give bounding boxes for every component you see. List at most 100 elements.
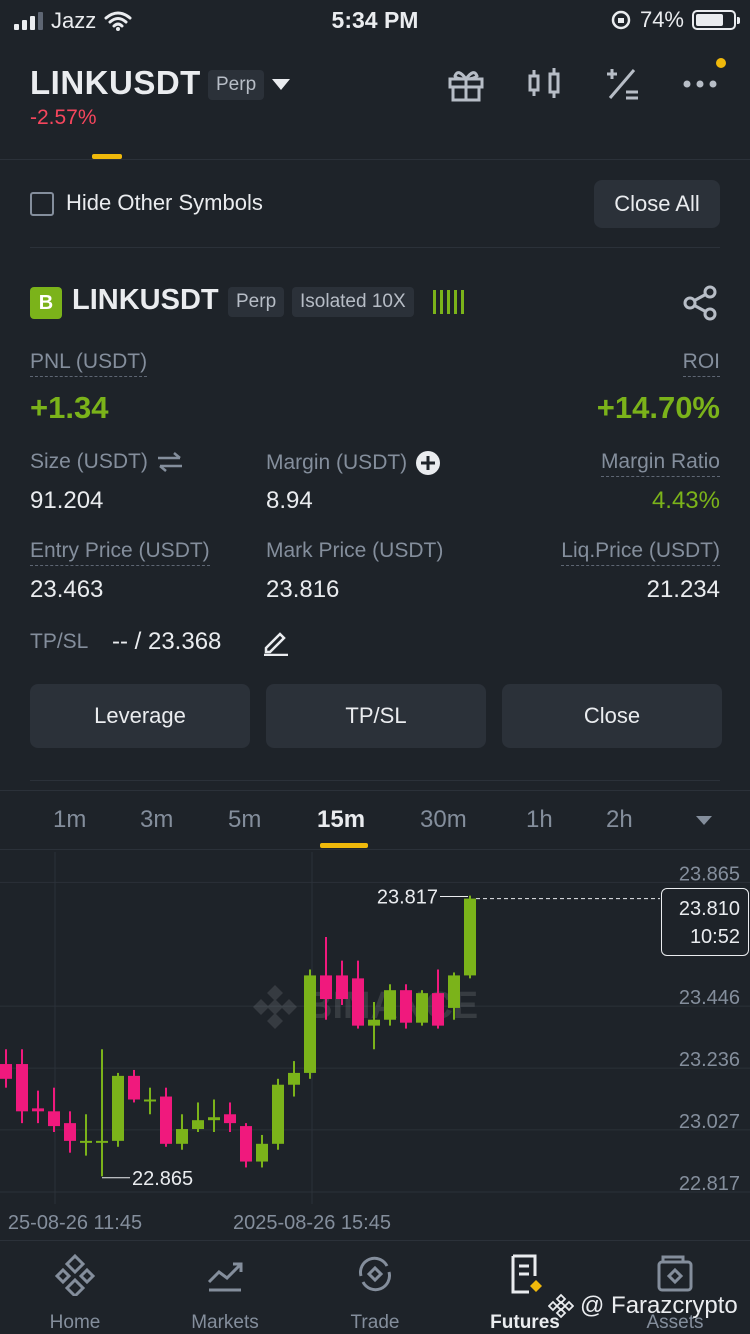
candle-body: [112, 1075, 124, 1141]
tpsl-label: TP/SL: [30, 630, 89, 653]
current-price-box: 23.810 10:52: [661, 888, 749, 956]
share-icon[interactable]: [680, 283, 720, 328]
nav-label: Home: [49, 1312, 101, 1333]
contract-tag: Perp: [208, 70, 265, 100]
tab-3m[interactable]: 3m: [140, 806, 173, 834]
tab-30m[interactable]: 30m: [420, 806, 467, 834]
divider: [0, 1240, 750, 1241]
battery-icon: [692, 10, 740, 30]
mark-price-value: 23.816: [266, 576, 340, 603]
symbol-dropdown-icon[interactable]: [272, 79, 290, 90]
leverage-button[interactable]: Leverage: [30, 684, 250, 748]
candle: [176, 1114, 188, 1150]
add-margin-icon[interactable]: [415, 450, 441, 476]
tab-15m[interactable]: 15m: [317, 806, 365, 834]
nav-trade[interactable]: Trade: [300, 1250, 450, 1334]
tab-5m[interactable]: 5m: [228, 806, 261, 834]
candle: [192, 1102, 204, 1132]
gift-icon[interactable]: [446, 64, 486, 104]
candle-body: [384, 990, 396, 1020]
close-position-button[interactable]: Close: [502, 684, 722, 748]
candle-body: [64, 1123, 76, 1141]
candle-body: [448, 975, 460, 1008]
candle: [336, 960, 348, 1005]
pnl-label[interactable]: PNL (USDT): [30, 350, 148, 377]
hide-other-symbols-label[interactable]: Hide Other Symbols: [66, 190, 263, 216]
candle: [112, 1072, 124, 1147]
margin-value: 8.94: [266, 487, 313, 514]
tab-2h[interactable]: 2h: [606, 806, 633, 834]
candle-body: [192, 1120, 204, 1130]
x-tick-label: 2025-08-26 15:45: [233, 1212, 391, 1234]
candle: [208, 1099, 220, 1132]
divider: [0, 790, 750, 791]
candle: [240, 1123, 252, 1168]
nav-label: Markets: [191, 1312, 259, 1333]
nav-label: Trade: [350, 1312, 400, 1333]
candle: [144, 1087, 156, 1115]
size-label-row: Size (USDT): [30, 450, 184, 474]
status-right: 74%: [610, 7, 740, 33]
candle: [256, 1134, 268, 1168]
candle: [32, 1090, 44, 1124]
candle-body: [48, 1111, 60, 1127]
nav-markets[interactable]: Markets: [150, 1250, 300, 1334]
tab-1h[interactable]: 1h: [526, 806, 553, 834]
status-bar: Jazz 5:34 PM 74%: [0, 0, 750, 40]
candle: [288, 1061, 300, 1097]
margin-ratio-label[interactable]: Margin Ratio: [600, 450, 720, 477]
candle-body: [80, 1140, 92, 1143]
candle: [384, 984, 396, 1026]
margin-label-row: Margin (USDT): [266, 450, 441, 476]
candle-body: [256, 1143, 268, 1162]
candle-body: [0, 1064, 12, 1079]
hide-other-symbols-checkbox[interactable]: [30, 192, 54, 216]
futures-icon: [511, 1254, 542, 1294]
binance-logo-icon: [548, 1293, 574, 1319]
more-icon[interactable]: [680, 58, 726, 104]
candle: [352, 960, 364, 1029]
candle: [128, 1069, 140, 1103]
price-change: -2.57%: [30, 106, 97, 129]
y-tick-label: 22.817: [679, 1173, 740, 1195]
candle-body: [288, 1072, 300, 1085]
adl-indicator-icon[interactable]: [433, 290, 464, 314]
markets-icon: [207, 1262, 243, 1292]
candle-body: [368, 1019, 380, 1026]
candle: [16, 1049, 28, 1124]
binance-badge: B: [30, 287, 62, 319]
candle: [224, 1102, 236, 1132]
binance-logo-icon: [253, 985, 297, 1029]
size-value: 91.204: [30, 487, 104, 514]
candle-body: [208, 1117, 220, 1121]
liq-price-label[interactable]: Liq.Price (USDT): [561, 539, 720, 566]
position-symbol[interactable]: LINKUSDT: [72, 284, 219, 317]
swap-icon[interactable]: [156, 450, 184, 474]
tpsl-button[interactable]: TP/SL: [266, 684, 486, 748]
candle-body: [96, 1140, 108, 1143]
candle: [400, 984, 412, 1029]
margin-ratio-value: 4.43%: [651, 487, 720, 514]
candle: [48, 1087, 60, 1132]
entry-price-label[interactable]: Entry Price (USDT): [30, 539, 210, 566]
candlestick-chart-icon[interactable]: [524, 64, 564, 104]
tpsl-value: -- / 23.368: [112, 628, 222, 655]
roi-label[interactable]: ROI: [682, 350, 720, 377]
timeframe-indicator: [320, 843, 368, 848]
page-title[interactable]: LINKUSDT: [30, 64, 201, 102]
close-all-button[interactable]: Close All: [594, 180, 720, 228]
liq-price-value: 21.234: [646, 576, 720, 603]
low-price-label: 22.865: [132, 1168, 193, 1190]
edit-icon[interactable]: [262, 626, 290, 656]
more-timeframes-icon[interactable]: [696, 816, 712, 825]
candle-countdown: 10:52: [689, 926, 740, 948]
candle: [464, 895, 476, 979]
calculator-icon[interactable]: [602, 64, 642, 104]
margin-mode-tag: Isolated 10X: [292, 287, 414, 317]
candle-body: [32, 1108, 44, 1112]
candlestick-chart[interactable]: BINANCE 23.86523.44623.23623.02722.81725…: [0, 852, 750, 1242]
mark-price-label: Mark Price (USDT): [266, 539, 444, 562]
y-tick-label: 23.027: [679, 1111, 740, 1133]
nav-home[interactable]: Home: [0, 1250, 150, 1334]
tab-1m[interactable]: 1m: [53, 806, 86, 834]
